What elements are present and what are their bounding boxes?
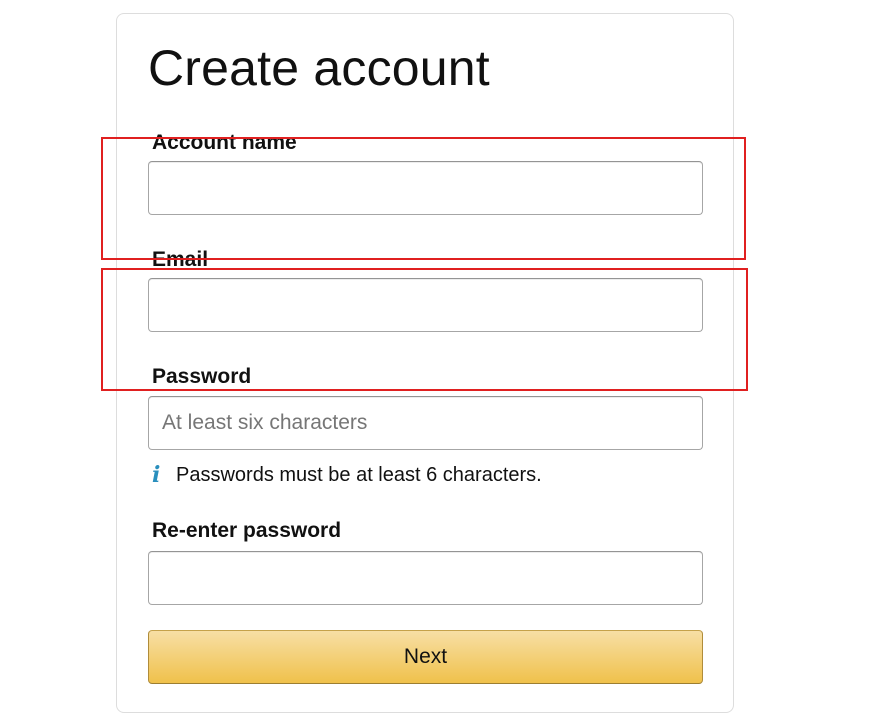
account-name-label: Account name: [152, 131, 297, 154]
email-input[interactable]: [148, 278, 703, 332]
password-label: Password: [152, 365, 252, 388]
password-input[interactable]: [148, 396, 703, 450]
create-account-card: [116, 13, 734, 713]
password-hint: i Passwords must be at least 6 character…: [152, 462, 542, 488]
account-name-input[interactable]: [148, 161, 703, 215]
next-button[interactable]: Next: [148, 630, 703, 684]
info-icon: i: [152, 462, 161, 488]
page-title: Create account: [148, 40, 490, 96]
email-label: Email: [152, 248, 209, 271]
reenter-password-input[interactable]: [148, 551, 703, 605]
reenter-password-label: Re-enter password: [152, 519, 342, 542]
password-hint-text: Passwords must be at least 6 characters.: [176, 463, 542, 486]
